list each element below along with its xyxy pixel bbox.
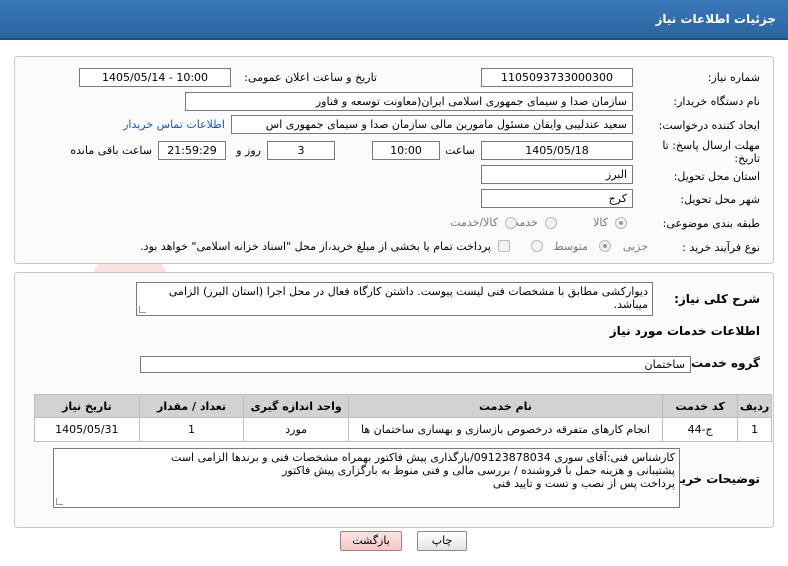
time-remaining-field[interactable]: 21:59:29 xyxy=(158,141,226,160)
need-info-panel xyxy=(14,56,774,264)
category-option-goods: کالا xyxy=(593,216,608,229)
creator-field[interactable]: سعید عندلیبی وایقان مسئول مامورین مالی س… xyxy=(231,115,633,134)
col-service-name: نام خدمت xyxy=(348,394,663,418)
col-service-code: کد خدمت xyxy=(661,394,739,418)
buyer-contact-link[interactable]: اطلاعات تماس خریدار xyxy=(123,118,225,131)
treasury-payment-checkbox[interactable] xyxy=(498,240,510,252)
description-textarea[interactable]: دیوارکشی مطابق با مشخصات فنی لیست پیوست.… xyxy=(136,282,653,316)
creator-label: ایجاد کننده درخواست: xyxy=(658,119,760,132)
description-line-1: دیوارکشی مطابق با مشخصات فنی لیست پیوست.… xyxy=(168,285,648,298)
announce-date-field[interactable]: 1405/05/14 - 10:00 xyxy=(79,68,231,87)
cell-quantity: 1 xyxy=(138,417,245,442)
services-table: ردیف کد خدمت نام خدمت واحد اندازه گیری ت… xyxy=(34,394,772,442)
col-quantity: تعداد / مقدار xyxy=(138,394,245,418)
cell-unit: مورد xyxy=(243,417,349,442)
days-remaining-field[interactable]: 3 xyxy=(267,141,335,160)
process-radio-minor[interactable] xyxy=(599,240,611,252)
category-radio-goods[interactable] xyxy=(615,217,627,229)
process-option-medium: متوسط xyxy=(553,240,588,253)
time-remaining-label: ساعت باقی مانده xyxy=(70,144,152,157)
province-field[interactable]: البرز xyxy=(481,165,633,184)
print-button[interactable]: چاپ xyxy=(417,531,467,551)
process-radio-medium[interactable] xyxy=(531,240,543,252)
need-number-label: شماره نیاز: xyxy=(707,71,760,84)
resize-grip-icon[interactable] xyxy=(56,498,63,505)
service-group-label: گروه خدمت: xyxy=(686,356,760,370)
services-table-header: ردیف کد خدمت نام خدمت واحد اندازه گیری ت… xyxy=(34,394,772,418)
buyer-notes-line-2: پشتیبانی و هزینه حمل با فروشنده / بررسی … xyxy=(282,464,675,477)
buyer-label: نام دستگاه خریدار: xyxy=(673,95,760,108)
service-group-field[interactable]: ساختمان xyxy=(140,356,691,373)
deadline-time-field[interactable]: 10:00 xyxy=(372,141,440,160)
announce-date-label: تاریخ و ساعت اعلان عمومی: xyxy=(244,71,377,84)
resize-grip-icon[interactable] xyxy=(139,306,146,313)
cell-service-code: ج-44 xyxy=(661,417,739,442)
buyer-notes-line-1: کارشناس فنی:آقای سوری 09123878034/بارگذا… xyxy=(171,451,675,464)
description-line-2: میباشد. xyxy=(613,298,648,311)
page-title: جزئیات اطلاعات نیاز xyxy=(655,12,776,26)
cell-row-number: 1 xyxy=(737,417,772,442)
back-button[interactable]: بازگشت xyxy=(340,531,402,551)
deadline-date-field[interactable]: 1405/05/18 xyxy=(481,141,633,160)
need-number-field[interactable]: 1105093733000300 xyxy=(481,68,633,87)
buyer-notes-line-3: پرداخت پس از نصب و تست و تایید فنی xyxy=(492,477,675,490)
table-row[interactable]: 1 ج-44 انجام کارهای متفرقه درخصوص بازساز… xyxy=(34,417,772,442)
col-unit: واحد اندازه گیری xyxy=(243,394,349,418)
process-option-minor: جزیی xyxy=(622,240,648,253)
city-field[interactable]: کرج xyxy=(481,189,633,208)
deadline-date-label: تاریخ: xyxy=(734,152,760,165)
process-label: نوع فرآیند خرید : xyxy=(682,241,760,254)
services-section-title: اطلاعات خدمات مورد نیاز xyxy=(609,324,760,338)
cell-service-name: انجام کارهای متفرقه درخصوص بازسازی و بهس… xyxy=(348,417,663,442)
treasury-payment-note: پرداخت تمام یا بخشی از مبلغ خرید،از محل … xyxy=(140,240,491,253)
days-label: روز و xyxy=(236,144,261,157)
category-radio-service[interactable] xyxy=(545,217,557,229)
description-label: شرح کلی نیاز: xyxy=(674,292,760,306)
buyer-notes-textarea[interactable]: کارشناس فنی:آقای سوری 09123878034/بارگذا… xyxy=(53,448,680,508)
col-row-number: ردیف xyxy=(737,394,772,418)
deadline-time-label: ساعت xyxy=(445,144,475,157)
page-header: جزئیات اطلاعات نیاز xyxy=(0,0,788,40)
category-label: طبقه بندی موضوعی: xyxy=(662,217,760,230)
deadline-label: مهلت ارسال پاسخ: تا xyxy=(662,139,760,152)
cell-need-date: 1405/05/31 xyxy=(34,417,140,442)
city-label: شهر محل تحویل: xyxy=(680,193,760,206)
category-option-goods-service: کالا/خدمت xyxy=(450,216,498,229)
province-label: استان محل تحویل: xyxy=(673,170,760,183)
category-radio-goods-service[interactable] xyxy=(505,217,517,229)
col-need-date: تاریخ نیاز xyxy=(34,394,140,418)
buyer-field[interactable]: سازمان صدا و سیمای جمهوری اسلامی ایران(م… xyxy=(185,92,633,111)
